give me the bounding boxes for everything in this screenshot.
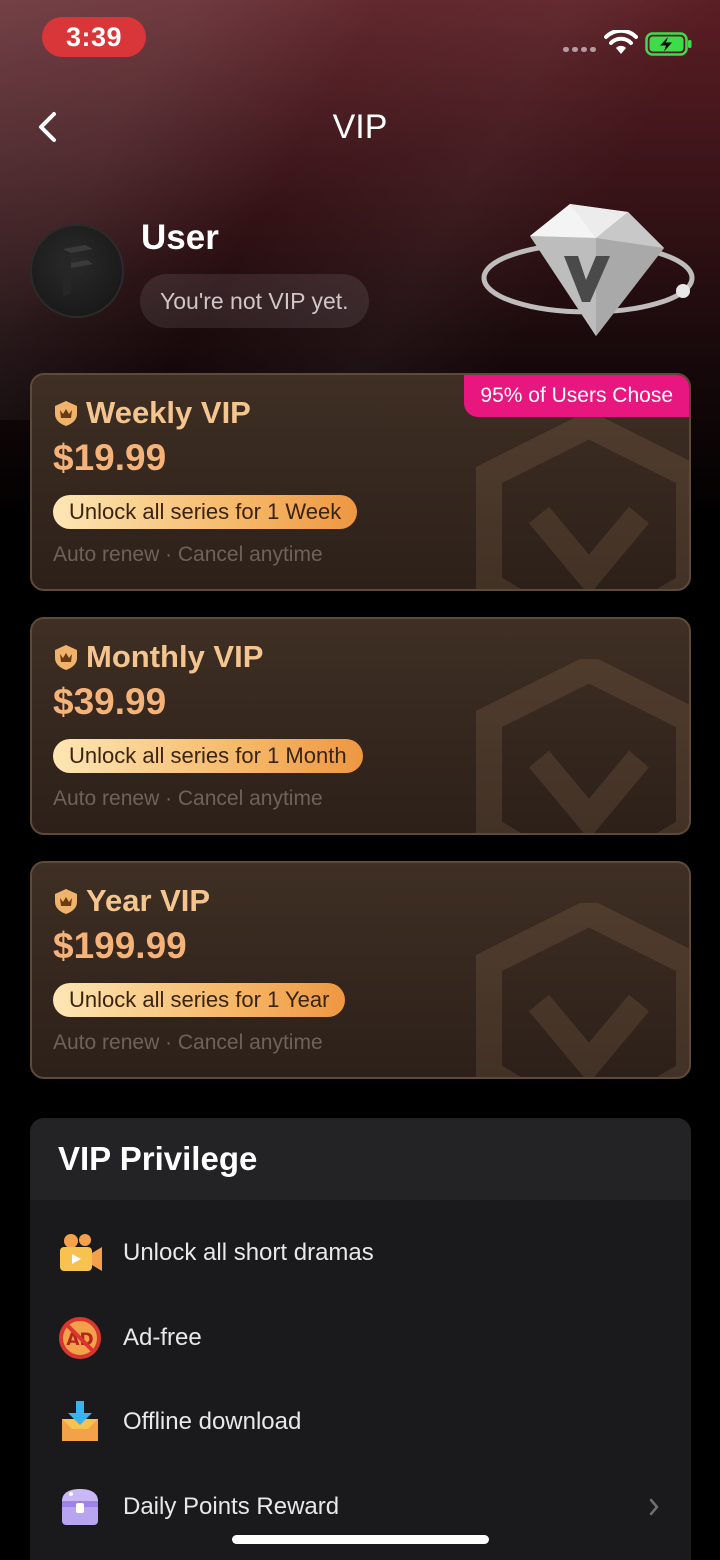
plan-price: $39.99: [53, 681, 167, 722]
battery-charging-icon: [645, 32, 692, 56]
username: User: [141, 218, 219, 257]
video-camera-icon: [56, 1229, 104, 1277]
privilege-item-daily-points[interactable]: Daily Points Reward: [56, 1479, 676, 1535]
plan-name: Weekly VIP: [86, 395, 251, 430]
card-watermark-icon: [476, 903, 689, 1077]
cellular-signal-icon: [563, 47, 596, 52]
plan-title-row: Weekly VIP: [52, 395, 251, 431]
plan-name: Year VIP: [86, 883, 211, 918]
avatar[interactable]: [30, 224, 124, 318]
plan-benefit-pill: Unlock all series for 1 Month: [53, 739, 363, 773]
plan-benefit-pill: Unlock all series for 1 Year: [53, 983, 346, 1017]
privilege-label: Daily Points Reward: [123, 1493, 340, 1520]
no-ads-icon: AD: [56, 1314, 104, 1362]
plan-renew-text: Auto renew · Cancel anytime: [53, 787, 323, 810]
crown-shield-icon: [55, 889, 77, 914]
crown-shield-icon: [55, 645, 77, 670]
vip-diamond-icon: [481, 204, 695, 336]
crown-shield-icon: [55, 401, 77, 426]
status-time: 3:39: [42, 17, 146, 57]
privilege-label: Unlock all short dramas: [123, 1239, 374, 1266]
treasure-chest-icon: [56, 1483, 104, 1531]
popular-badge: 95% of Users Chose: [464, 375, 689, 417]
page-title: VIP: [332, 108, 388, 146]
plan-renew-text: Auto renew · Cancel anytime: [53, 1031, 323, 1054]
wifi-icon: [604, 30, 638, 54]
plan-price: $19.99: [53, 437, 167, 478]
plan-card-year[interactable]: Year VIP $199.99 Unlock all series for 1…: [30, 861, 691, 1079]
plan-price: $199.99: [53, 925, 187, 966]
plan-renew-text: Auto renew · Cancel anytime: [53, 543, 323, 566]
plan-card-weekly[interactable]: 95% of Users Chose Weekly VIP $19.99 Unl…: [30, 373, 691, 591]
plan-card-monthly[interactable]: Monthly VIP $39.99 Unlock all series for…: [30, 617, 691, 835]
download-box-icon: [56, 1398, 104, 1446]
privilege-label: Offline download: [123, 1408, 302, 1435]
vip-privilege-panel: VIP Privilege Unlock all short dramas AD…: [30, 1118, 691, 1560]
privilege-label: Ad-free: [123, 1324, 202, 1351]
app-logo-icon: [63, 245, 93, 297]
chevron-right-icon: [649, 1498, 659, 1516]
privilege-item-unlock-dramas[interactable]: Unlock all short dramas: [56, 1225, 676, 1281]
card-watermark-icon: [476, 415, 689, 589]
card-watermark-icon: [476, 659, 689, 833]
privilege-item-offline-download[interactable]: Offline download: [56, 1394, 676, 1450]
plan-benefit-pill: Unlock all series for 1 Week: [53, 495, 358, 529]
privilege-item-ad-free[interactable]: AD Ad-free: [56, 1310, 676, 1366]
plan-title-row: Year VIP: [52, 883, 210, 919]
privilege-title: VIP Privilege: [30, 1118, 691, 1200]
home-indicator[interactable]: [232, 1535, 489, 1544]
vip-status-badge: You're not VIP yet.: [140, 274, 369, 328]
plan-name: Monthly VIP: [86, 639, 264, 674]
plan-title-row: Monthly VIP: [52, 639, 263, 675]
